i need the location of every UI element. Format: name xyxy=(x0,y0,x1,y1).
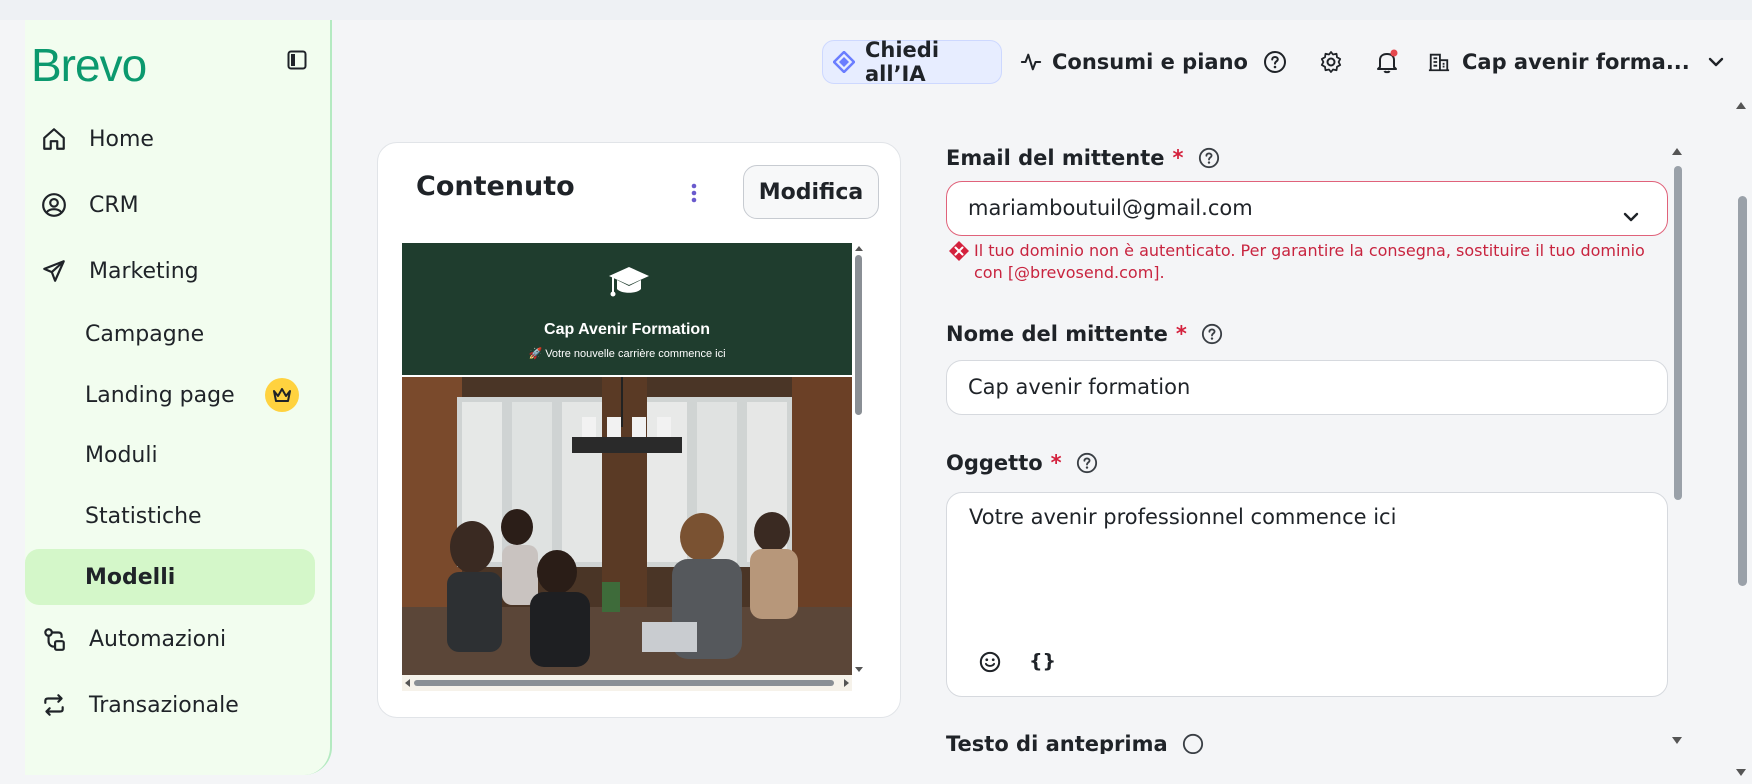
help-icon[interactable] xyxy=(1198,147,1220,169)
sidebar-item-label: Transazionale xyxy=(89,692,239,718)
ask-ai-label: Chiedi all’IA xyxy=(865,38,940,86)
required-asterisk: * xyxy=(1172,146,1184,170)
subject-label: Oggetto * xyxy=(946,451,1098,475)
sidebar-item-label: Marketing xyxy=(89,258,199,284)
brevo-logo[interactable]: Brevo xyxy=(31,38,147,92)
personalization-button[interactable]: {} xyxy=(1029,650,1056,672)
help-icon[interactable] xyxy=(1182,733,1204,754)
team-meeting-photo xyxy=(402,377,852,675)
sidebar-item-modelli[interactable]: Modelli xyxy=(25,549,315,605)
email-preview-title: Cap Avenir Formation xyxy=(544,321,710,338)
send-icon xyxy=(39,256,69,286)
sidebar-item-statistiche[interactable]: Statistiche xyxy=(25,488,315,544)
sender-email-label: Email del mittente * xyxy=(946,146,1220,170)
window-frame: Brevo Home CRM Marketing Campagne Landin… xyxy=(0,0,1752,784)
ask-ai-button[interactable]: Chiedi all’IA xyxy=(822,38,1002,86)
sidebar-item-home[interactable]: Home xyxy=(25,111,315,167)
required-asterisk: * xyxy=(1050,451,1062,475)
email-preview-subtitle: 🚀 Votre nouvelle carrière commence ici xyxy=(528,348,726,360)
help-icon[interactable] xyxy=(1261,48,1289,76)
help-icon[interactable] xyxy=(1201,323,1223,345)
account-name: Cap avenir forma... xyxy=(1462,50,1690,74)
content-card: Contenuto Modifica Cap Avenir Formation … xyxy=(377,142,901,718)
browser-top-strip xyxy=(0,0,1752,20)
sidebar-item-moduli[interactable]: Moduli xyxy=(25,427,315,483)
form-scrollbar-thumb[interactable] xyxy=(1674,166,1682,500)
email-preview[interactable]: Cap Avenir Formation 🚀 Votre nouvelle ca… xyxy=(402,243,852,675)
sender-email-label-text: Email del mittente xyxy=(946,146,1165,170)
more-options-icon[interactable] xyxy=(688,181,700,205)
preview-horizontal-scrollbar[interactable] xyxy=(402,675,852,691)
automation-icon xyxy=(39,624,69,654)
sidebar-item-label: Home xyxy=(89,126,154,152)
usage-plan-button[interactable]: Consumi e piano xyxy=(1020,40,1248,84)
required-asterisk: * xyxy=(1175,322,1187,346)
sidebar-item-crm[interactable]: CRM xyxy=(25,177,315,233)
account-switcher[interactable]: Cap avenir forma... xyxy=(1428,40,1724,84)
sender-email-error: Il tuo dominio non è autenticato. Per ga… xyxy=(948,240,1663,284)
sidebar-item-marketing[interactable]: Marketing xyxy=(25,243,315,299)
notification-bell-icon[interactable] xyxy=(1373,48,1401,76)
content-card-title: Contenuto xyxy=(416,171,575,202)
repeat-icon xyxy=(39,690,69,720)
edit-content-button[interactable]: Modifica xyxy=(743,165,879,219)
sender-name-label-text: Nome del mittente xyxy=(946,322,1168,346)
sidebar-item-label: Statistiche xyxy=(85,503,202,529)
subject-textarea[interactable]: Votre avenir professionnel commence ici … xyxy=(946,492,1668,697)
chevron-down-icon xyxy=(1623,203,1639,227)
graduation-cap-icon xyxy=(607,265,651,305)
email-preview-header: Cap Avenir Formation 🚀 Votre nouvelle ca… xyxy=(402,243,852,375)
page-scrollbar-thumb[interactable] xyxy=(1738,196,1747,586)
sparkle-icon xyxy=(833,51,855,73)
activity-icon xyxy=(1020,51,1042,73)
sidebar-item-label: Automazioni xyxy=(89,626,227,652)
sidebar-item-label: Landing page xyxy=(85,382,235,408)
sidebar: Brevo Home CRM Marketing Campagne Landin… xyxy=(25,20,332,775)
emoji-icon[interactable] xyxy=(979,651,1001,678)
sidebar-item-transazionale[interactable]: Transazionale xyxy=(25,677,315,733)
sender-name-input[interactable]: Cap avenir formation xyxy=(946,360,1668,415)
sidebar-item-label: Campagne xyxy=(85,321,205,347)
help-icon[interactable] xyxy=(1076,452,1098,474)
preview-text-label-text: Testo di anteprima xyxy=(946,732,1168,754)
user-circle-icon xyxy=(39,190,69,220)
preview-vertical-scrollbar[interactable] xyxy=(852,243,866,675)
sender-email-value: mariamboutuil@gmail.com xyxy=(968,196,1253,220)
home-icon xyxy=(39,124,69,154)
building-icon xyxy=(1428,51,1450,73)
preview-text-label-clip: Testo di anteprima xyxy=(946,732,1686,754)
sender-name-value: Cap avenir formation xyxy=(968,375,1191,399)
sidebar-item-label: Moduli xyxy=(85,442,158,468)
usage-plan-label: Consumi e piano xyxy=(1052,50,1248,74)
error-text: Il tuo dominio non è autenticato. Per ga… xyxy=(974,241,1645,282)
sender-email-select[interactable]: mariamboutuil@gmail.com xyxy=(946,181,1668,236)
error-icon xyxy=(948,240,970,262)
sender-name-label: Nome del mittente * xyxy=(946,322,1223,346)
sidebar-collapse-icon[interactable] xyxy=(287,50,307,70)
subject-value: Votre avenir professionnel commence ici xyxy=(969,505,1397,529)
sidebar-item-label: Modelli xyxy=(85,564,176,590)
sidebar-item-label: CRM xyxy=(89,192,139,218)
preview-text-label: Testo di anteprima xyxy=(946,732,1204,754)
subject-label-text: Oggetto xyxy=(946,451,1043,475)
settings-gear-icon[interactable] xyxy=(1317,48,1345,76)
chevron-down-icon xyxy=(1708,57,1724,67)
crown-icon xyxy=(265,378,299,412)
sidebar-item-automazioni[interactable]: Automazioni xyxy=(25,611,315,667)
sidebar-item-campagne[interactable]: Campagne xyxy=(25,306,315,362)
